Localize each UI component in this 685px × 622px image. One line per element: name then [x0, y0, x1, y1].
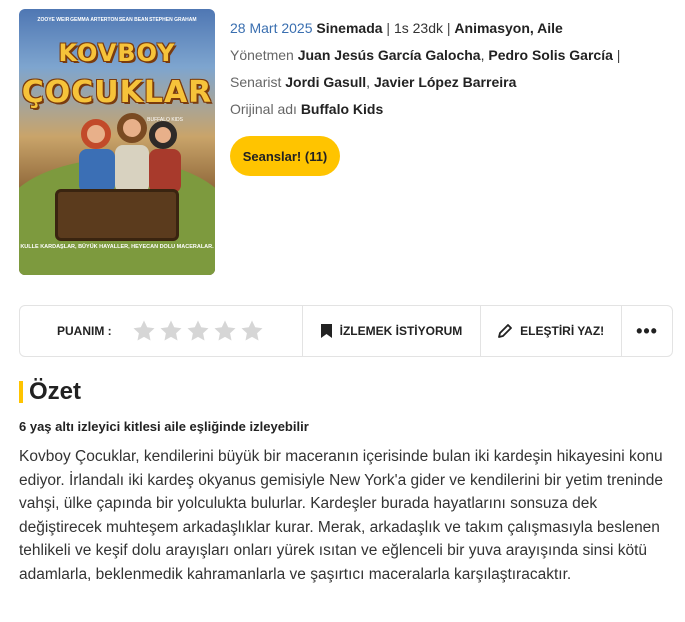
director-label: Yönetmen [230, 47, 294, 63]
duration: 1s 23dk [393, 20, 443, 36]
original-title-label: Orijinal adı [230, 101, 297, 117]
separator: | [616, 47, 621, 63]
poster-character-head [149, 121, 177, 149]
more-icon: ••• [636, 320, 658, 341]
poster-actor: STEPHEN GRAHAM [149, 17, 197, 23]
separator: | [446, 20, 451, 36]
star-icon[interactable] [159, 319, 183, 343]
genres-link[interactable]: Animasyon, Aile [454, 20, 562, 36]
writer-link[interactable]: Javier López Barreira [374, 74, 516, 90]
writer-link[interactable]: Jordi Gasull [285, 74, 366, 90]
rating-stars [132, 319, 264, 343]
director-line: Yönetmen Juan Jesús García Galocha, Pedr… [230, 47, 621, 63]
pencil-icon [498, 324, 513, 338]
watchlist-label: İZLEMEK İSTİYORUM [339, 324, 463, 338]
poster-tagline: KULLE KARDAŞLAR, BÜYÜK HAYALLER, HEYECAN… [20, 244, 214, 250]
poster-actors: ZOOYE WEIR GEMMA ARTERTON SEAN BEAN STEP… [19, 17, 215, 23]
write-review-button[interactable]: ELEŞTİRİ YAZ! [480, 306, 621, 356]
summary-heading: Özet [19, 378, 81, 406]
star-icon[interactable] [240, 319, 264, 343]
poster-character [149, 149, 181, 193]
poster-actor: GEMMA ARTERTON [70, 17, 119, 23]
more-options-button[interactable]: ••• [621, 306, 672, 356]
poster-actor: ZOOYE WEIR [37, 17, 70, 23]
movie-poster[interactable]: ZOOYE WEIR GEMMA ARTERTON SEAN BEAN STEP… [19, 9, 215, 275]
poster-actor: SEAN BEAN [118, 17, 149, 23]
poster-character-head [81, 119, 111, 149]
writer-line: Senarist Jordi Gasull, Javier López Barr… [230, 74, 517, 90]
write-review-label: ELEŞTİRİ YAZ! [520, 324, 605, 338]
star-icon[interactable] [132, 319, 156, 343]
star-icon[interactable] [213, 319, 237, 343]
release-type: Sinemada [316, 20, 383, 36]
director-link[interactable]: Juan Jesús García Galocha [298, 47, 481, 63]
bookmark-icon [320, 324, 332, 338]
poster-character [79, 149, 115, 193]
poster-cart [55, 189, 179, 241]
director-link[interactable]: Pedro Solis García [488, 47, 613, 63]
release-date-link[interactable]: 28 Mart 2025 [230, 20, 313, 36]
showtimes-button[interactable]: Seanslar! (11) [230, 136, 340, 176]
action-bar: PUANIM : İZLEMEK İSTİYORUM ELEŞTİRİ YAZ!… [19, 305, 673, 357]
poster-character-head [117, 113, 147, 143]
original-title: Buffalo Kids [300, 101, 384, 117]
poster-title-line2: ÇOCUKLAR [21, 75, 213, 110]
summary-title: Özet [29, 378, 82, 405]
rating-section: PUANIM : [20, 306, 302, 356]
heading-accent-bar [19, 381, 23, 403]
writer-label: Senarist [230, 74, 282, 90]
watchlist-button[interactable]: İZLEMEK İSTİYORUM [301, 306, 481, 356]
star-icon[interactable] [186, 319, 210, 343]
poster-title-line1: KOVBOY [58, 39, 176, 67]
rating-label: PUANIM : [57, 324, 112, 338]
poster-character [115, 145, 149, 193]
original-title-line: Orijinal adı Buffalo Kids [230, 96, 620, 123]
release-line: 28 Mart 2025 Sinemada | 1s 23dk | Animas… [230, 15, 620, 42]
separator: | [386, 20, 391, 36]
age-rating-note: 6 yaş altı izleyici kitlesi aile eşliğin… [19, 419, 309, 434]
movie-info: 28 Mart 2025 Sinemada | 1s 23dk | Animas… [230, 15, 620, 123]
summary-text: Kovboy Çocuklar, kendilerini büyük bir m… [19, 448, 663, 583]
